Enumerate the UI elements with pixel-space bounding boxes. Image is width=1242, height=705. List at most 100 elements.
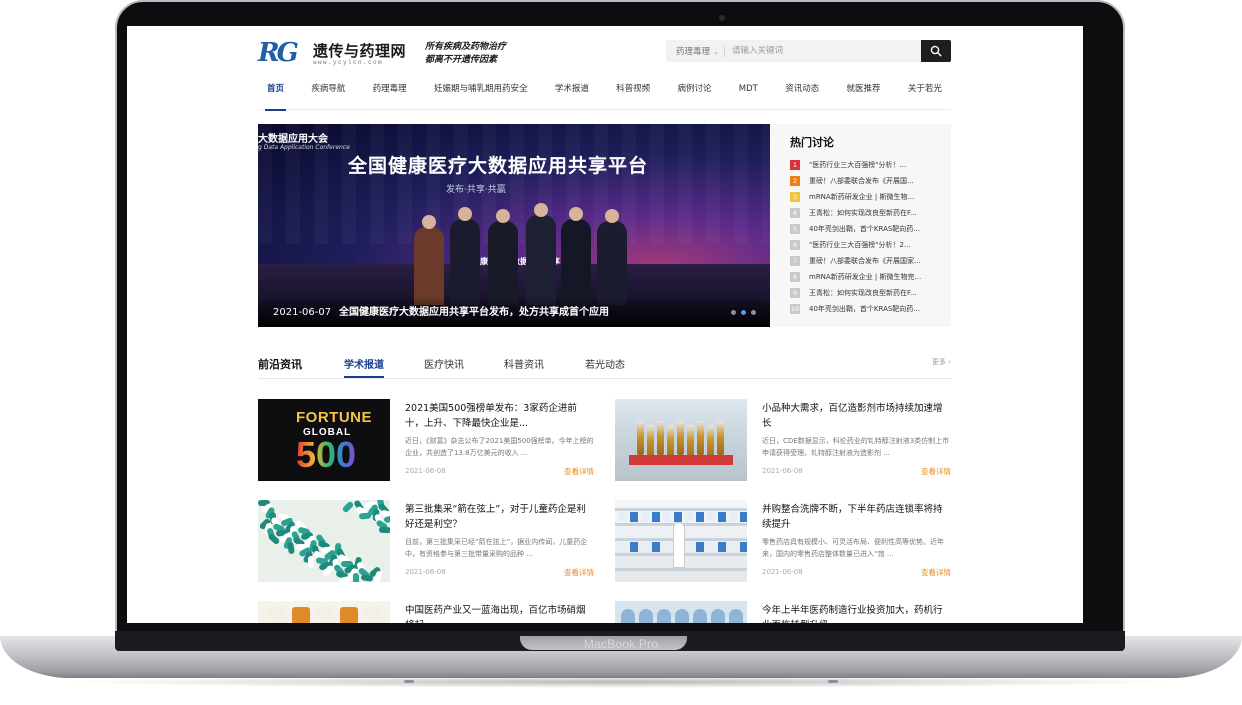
hot-discussion-text: 重磅！八部委联合发布《开展国家... [809,257,921,265]
article-card[interactable]: FORTUNE GLOBAL 500 2021美国500强榜单发布：3家药企进前十，上… [258,399,594,481]
tab-science[interactable]: 科普资讯 [504,356,544,371]
hot-discussion-text: 王青松：如何实现改良型新药在F... [809,289,917,297]
nav-item[interactable]: 关于若光 [899,82,951,110]
laptop-foot [404,680,414,683]
logo-mark: RG [258,38,299,68]
hot-discussion-text: 王青松：如何实现改良型新药在F... [809,209,917,217]
section-label: 前沿资讯 [258,358,302,371]
article-title[interactable]: 第三批集采“箭在弦上”，对于儿童药企是利好还是利空？ [405,502,594,532]
hot-discussion-item[interactable]: 1 "医药行业三大百强榜"分析！... [790,157,945,173]
search-icon [930,45,942,57]
thumb-text: 500 [296,434,357,475]
read-more-link[interactable]: 查看详情 [921,567,951,578]
hot-discussion-item[interactable]: 5 40年亮剑出鞘，首个KRAS靶向药... [790,221,945,237]
rank-badge: 5 [790,224,800,234]
banner-caption[interactable]: 全国健康医疗大数据应用共享平台发布，处方共享成首个应用 [339,303,609,318]
article-card[interactable]: 小品种大需求，百亿造影剂市场持续加速增长 近日，CDE数据显示，科伦药业的钆特醇注… [615,399,951,481]
thumb-text: FORTUNE [296,409,372,426]
hot-discussion-text: 重磅！八部委联合发布《开展国... [809,177,914,185]
hot-discussion-title: 热门讨论 [790,136,834,149]
article-title[interactable]: 2021美国500强榜单发布：3家药企进前十，上升、下降最快企业是... [405,401,594,431]
article-excerpt: 目前，第三批集采已经“箭在弦上”，据业内传闻，儿童药企中，有资格参与第三批带量采… [405,538,588,558]
hot-discussion-item[interactable]: 6 "医药行业三大百强榜"分析！2... [790,237,945,253]
nav-item[interactable]: 妊娠期与哺乳期用药安全 [425,82,537,110]
search-category-select[interactable]: 药理毒理 ⌄ [676,45,719,57]
laptop-model-label: MacBook Pro [583,637,659,651]
article-thumbnail[interactable] [615,601,747,623]
article-thumbnail[interactable] [615,500,747,582]
hot-discussion-item[interactable]: 4 王青松：如何实现改良型新药在F... [790,205,945,221]
search-category-label: 药理毒理 [676,47,711,57]
article-thumbnail[interactable] [258,500,390,582]
search-divider [724,45,725,57]
article-card[interactable]: 第三批集采“箭在弦上”，对于儿童药企是利好还是利空？ 目前，第三批集采已经“箭在弦… [258,500,594,582]
nav-item[interactable]: 科普视频 [607,82,659,110]
rank-badge: 4 [790,208,800,218]
carousel-dot[interactable] [741,310,746,315]
rank-badge: 6 [790,240,800,250]
camera-icon [719,15,725,21]
site-name: 遗传与药理网 [313,42,407,60]
article-title[interactable]: 中国医药产业又一蓝海出现，百亿市场硝烟将起 [405,603,594,623]
hot-discussion-text: mRNA新药研发企业 | 斯微生物完... [809,273,922,281]
banner-headline: 全国健康医疗大数据应用共享平台 [348,155,649,177]
article-card[interactable]: 中国医药产业又一蓝海出现，百亿市场硝烟将起 [258,601,594,623]
article-title[interactable]: 今年上半年医药制造行业投资加大，药机行业面临转型升级 [762,603,951,623]
news-tabs: 前沿资讯 学术报道 医疗快讯 科普资讯 若光动态 更多 › [258,353,951,379]
nav-item[interactable]: 资讯动态 [776,82,828,110]
search-input[interactable] [732,43,912,59]
article-thumbnail[interactable] [615,399,747,481]
hot-discussion-item[interactable]: 7 重磅！八部委联合发布《开展国家... [790,253,945,269]
hot-discussion-item[interactable]: 10 40年亮剑出鞘，首个KRAS靶向药... [790,301,945,317]
carousel-dots [731,310,756,315]
nav-item[interactable]: 疾病导航 [302,82,354,110]
slogan-line: 都离不开遗传因素 [425,55,498,65]
article-excerpt: 零售药店具有规模小、可灵活布局、便利性高等优势。近年来，国内的零售药店整体数量已… [762,538,944,558]
search-button[interactable] [921,40,951,62]
carousel-dot[interactable] [731,310,736,315]
article-excerpt: 近日，《财富》杂志公布了2021美国500强榜单。今年上榜的企业，共创造了13.… [405,437,594,457]
article-date: 2021-06-08 [762,467,803,475]
nav-item[interactable]: MDT [730,82,767,110]
nav-item[interactable]: 病例讨论 [668,82,720,110]
nav-item[interactable]: 就医推荐 [838,82,890,110]
article-thumbnail[interactable]: FORTUNE GLOBAL 500 [258,399,390,481]
more-link[interactable]: 更多 › [932,357,951,367]
rank-badge: 8 [790,272,800,282]
nav-item[interactable]: 首页 [258,82,293,111]
article-card[interactable]: 今年上半年医药制造行业投资加大，药机行业面临转型升级 [615,601,951,623]
tab-academic[interactable]: 学术报道 [344,356,384,378]
nav-item[interactable]: 药理毒理 [364,82,416,110]
hot-discussion-list: 1 "医药行业三大百强榜"分析！... 2 重磅！八部委联合发布《开展国... 3 mRN… [790,157,945,317]
read-more-link[interactable]: 查看详情 [921,466,951,477]
hot-discussion-panel: 热门讨论 1 "医药行业三大百强榜"分析！... 2 重磅！八部委联合发布《开展国..… [770,124,951,327]
site-logo[interactable]: RG 遗传与药理网 www.ycylcn.com [258,38,418,68]
article-title[interactable]: 并购整合洗牌不断，下半年药店连锁率将持续提升 [762,502,951,532]
banner-backdrop-title: 大数据应用大会 [258,134,328,145]
hot-discussion-text: mRNA新药研发企业 | 斯微生物... [809,193,915,201]
article-card[interactable]: 并购整合洗牌不断，下半年药店连锁率将持续提升零售药店具有规模小、可灵活布局、便利… [615,500,951,582]
tab-medical-news[interactable]: 医疗快讯 [424,356,464,371]
rank-badge: 3 [790,192,800,202]
hot-discussion-item[interactable]: 3 mRNA新药研发企业 | 斯微生物... [790,189,945,205]
hot-discussion-item[interactable]: 2 重磅！八部委联合发布《开展国... [790,173,945,189]
banner-subline: 发布·共享·共赢 [446,185,506,195]
hot-discussion-item[interactable]: 9 王青松：如何实现改良型新药在F... [790,285,945,301]
screen: RG 遗传与药理网 www.ycylcn.com 所有疾病及药物治疗 都离不开遗… [127,26,1083,623]
tab-ruoguang[interactable]: 若光动态 [585,356,625,371]
article-thumbnail[interactable] [258,601,390,623]
site-url: www.ycylcn.com [313,59,384,66]
banner-date: 2021-06-07 [273,307,332,318]
article-date: 2021-06-08 [405,568,446,576]
banner-backdrop-subtitle: g Data Application Conference [258,144,350,151]
nav-item[interactable]: 学术报道 [546,82,598,110]
read-more-link[interactable]: 查看详情 [564,567,594,578]
banner-person [450,207,480,305]
hot-discussion-item[interactable]: 8 mRNA新药研发企业 | 斯微生物完... [790,269,945,285]
rank-badge: 1 [790,160,800,170]
read-more-link[interactable]: 查看详情 [564,466,594,477]
carousel-dot[interactable] [751,310,756,315]
article-title[interactable]: 小品种大需求，百亿造影剂市场持续加速增长 [762,401,951,431]
hero-banner[interactable]: 大数据应用大会 g Data Application Conference 全国… [258,124,770,327]
slogan-line: 所有疾病及药物治疗 [425,42,507,52]
